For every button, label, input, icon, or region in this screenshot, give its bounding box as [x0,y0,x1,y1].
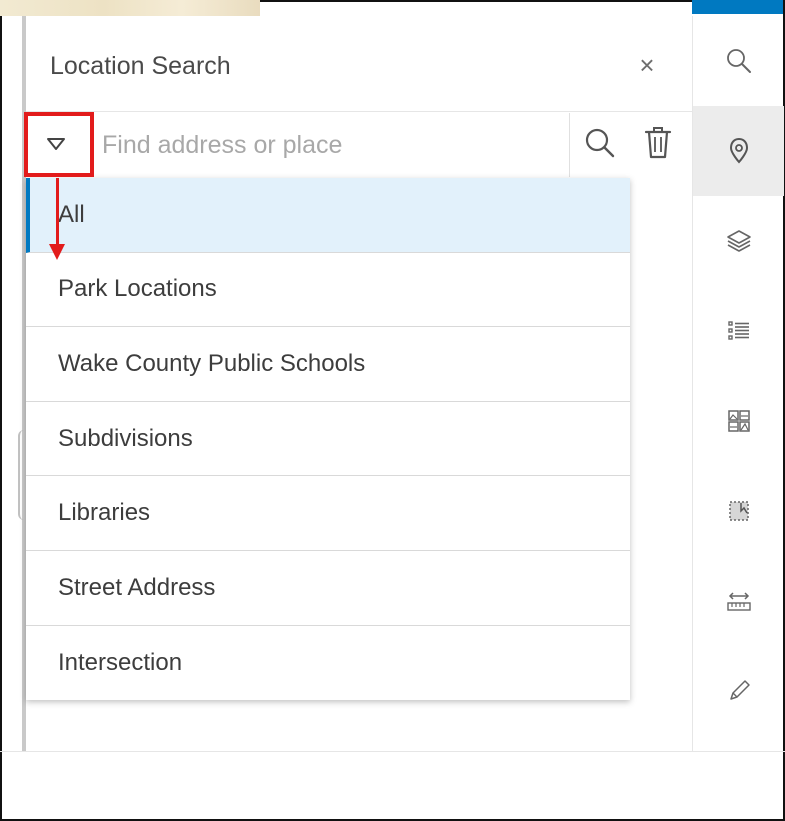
toolbar-accent-bar [692,0,783,14]
toolbar-search-button[interactable] [693,16,784,106]
menu-item-source[interactable]: All [26,178,630,253]
location-pin-icon [729,137,748,164]
toolbar-measure-button[interactable] [693,556,784,646]
legend-list-icon [727,321,749,340]
select-tool-icon [728,501,749,521]
layers-icon [726,230,751,252]
widget-toolbar [692,16,784,751]
clear-search-button[interactable] [640,123,676,163]
basemap-gallery-icon [727,410,750,432]
close-button[interactable]: × [632,50,662,80]
menu-item-source[interactable]: Park Locations [26,253,630,328]
map-background [0,0,260,16]
map-feature [18,430,24,520]
toolbar-legend-button[interactable] [693,286,784,376]
annotation-arrow-head [49,244,65,260]
toolbar-basemap-gallery-button[interactable] [693,376,784,466]
toolbar-location-search-button[interactable] [693,106,784,196]
search-icon [726,49,751,73]
annotation-arrow [56,178,59,248]
bottom-divider [0,751,785,752]
menu-item-source[interactable]: Subdivisions [26,402,630,477]
menu-item-source[interactable]: Wake County Public Schools [26,327,630,402]
toolbar-layers-button[interactable] [693,196,784,286]
search-icon [585,128,615,158]
annotation-highlight-box [24,112,94,177]
menu-item-source[interactable]: Street Address [26,551,630,626]
measure-ruler-icon [726,592,751,611]
search-button[interactable] [582,123,618,163]
search-sources-menu: All Park Locations Wake County Public Scho… [26,178,630,701]
search-input[interactable] [90,113,570,177]
panel-title: Location Search [50,52,231,80]
draw-pencil-icon [729,680,750,700]
panel-header: Location Search × [26,16,692,112]
trash-icon [644,127,672,159]
toolbar-select-button[interactable] [693,466,784,556]
menu-item-source[interactable]: Libraries [26,476,630,551]
search-row [26,113,692,177]
input-divider [569,113,570,177]
menu-item-source[interactable]: Intersection [26,626,630,701]
toolbar-draw-button[interactable] [693,646,784,736]
